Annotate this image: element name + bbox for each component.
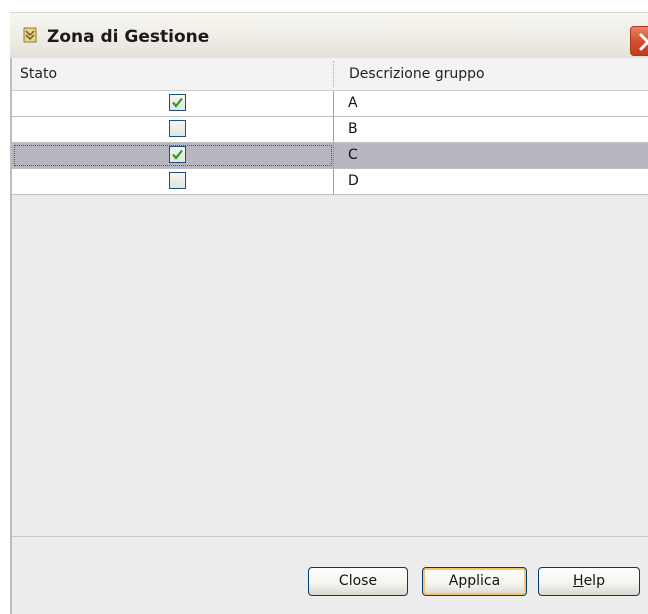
table-row[interactable]: A	[12, 91, 648, 117]
row-checkbox[interactable]	[169, 120, 186, 137]
dialog-window: Zona di Gestione Stato Descrizione grupp…	[0, 0, 648, 614]
app-icon	[23, 27, 37, 43]
description-cell: C	[348, 147, 358, 163]
check-icon	[172, 97, 183, 108]
apply-button[interactable]: Applica	[422, 567, 527, 596]
help-button[interactable]: Help	[538, 567, 640, 596]
content-panel: Stato Descrizione gruppo A B C D Close A…	[10, 58, 648, 614]
help-mnemonic: H	[573, 573, 584, 589]
stato-cell	[12, 169, 334, 194]
window-title: Zona di Gestione	[47, 27, 210, 47]
window-close-button[interactable]	[630, 26, 648, 56]
table-row[interactable]: B	[12, 117, 648, 143]
description-cell: B	[348, 121, 358, 137]
stato-cell	[12, 117, 334, 142]
help-label: elp	[583, 573, 605, 589]
row-checkbox[interactable]	[169, 94, 186, 111]
description-cell: A	[348, 95, 358, 111]
check-icon	[172, 149, 183, 160]
row-checkbox[interactable]	[169, 146, 186, 163]
close-button[interactable]: Close	[308, 567, 408, 596]
column-header-descrizione[interactable]: Descrizione gruppo	[349, 58, 485, 90]
stato-cell	[12, 91, 334, 116]
column-header-stato[interactable]: Stato	[20, 58, 57, 90]
close-icon	[639, 33, 648, 51]
row-checkbox[interactable]	[169, 172, 186, 189]
footer-divider	[12, 536, 648, 537]
column-separator[interactable]	[333, 61, 335, 87]
table-row[interactable]: D	[12, 169, 648, 195]
title-bar[interactable]: Zona di Gestione	[10, 12, 648, 59]
table-header: Stato Descrizione gruppo	[12, 58, 648, 91]
description-cell: D	[348, 173, 359, 189]
table-row-selected[interactable]: C	[12, 143, 648, 169]
stato-cell	[12, 143, 334, 168]
